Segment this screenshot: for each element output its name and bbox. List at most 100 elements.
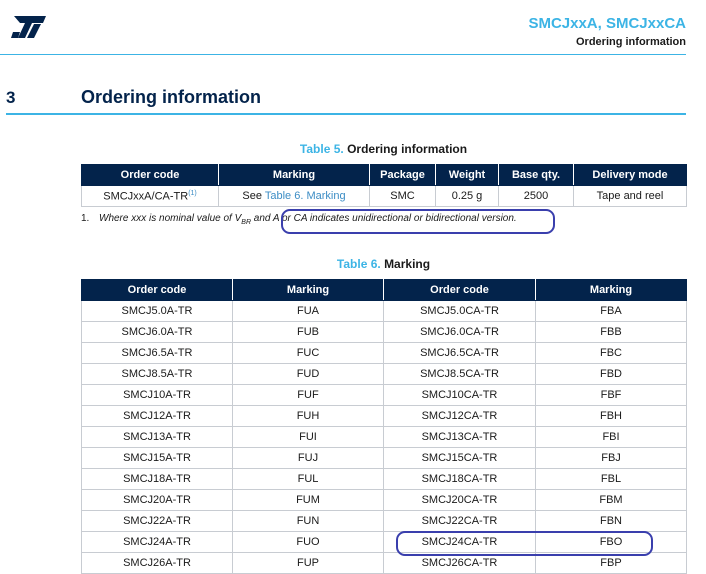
table6-link[interactable]: Table 6. Marking [265, 190, 346, 202]
order-code-cell: SMCJ8.5A-TR [81, 363, 233, 385]
table-row: SMCJ12A-TR FUH SMCJ12CA-TR FBH [81, 405, 687, 427]
order-code-cell: SMCJ6.5A-TR [81, 342, 233, 364]
marking-cell: FBM [535, 489, 687, 511]
order-code-cell: SMCJ12CA-TR [383, 405, 536, 427]
order-code-cell: SMCJ22CA-TR [383, 510, 536, 532]
order-code-cell: SMCJ5.0CA-TR [383, 300, 536, 322]
table-row: SMCJxxA/CA-TR(1) See Table 6. Marking SM… [81, 185, 687, 207]
order-code-cell: SMCJ13A-TR [81, 426, 233, 448]
document-title: SMCJxxA, SMCJxxCA [528, 15, 686, 32]
order-code-cell: SMCJ6.0A-TR [81, 321, 233, 343]
order-code-cell: SMCJ20A-TR [81, 489, 233, 511]
order-code-cell: SMCJ6.5CA-TR [383, 342, 536, 364]
section-number: 3 [6, 88, 16, 107]
ordering-info-table: Order code Marking Package Weight Base q… [81, 164, 687, 207]
package-cell: SMC [369, 185, 436, 207]
footnote-highlight-circle [281, 209, 555, 234]
delivery-mode-cell: Tape and reel [573, 185, 687, 207]
marking-cell: FUH [232, 405, 384, 427]
marking-cell: FBB [535, 321, 687, 343]
order-code-cell: SMCJ8.5CA-TR [383, 363, 536, 385]
marking-cell: FUN [232, 510, 384, 532]
order-code-cell: SMCJ15CA-TR [383, 447, 536, 469]
st-logo-icon [11, 16, 46, 38]
marking-cell: FBC [535, 342, 687, 364]
order-code-cell: SMCJ5.0A-TR [81, 300, 233, 322]
order-code: SMCJxxA/CA-TR [103, 190, 189, 203]
marking-cell: FBN [535, 510, 687, 532]
column-header: Order code [81, 279, 233, 301]
column-header: Delivery mode [573, 164, 687, 186]
header-divider [0, 54, 686, 55]
marking-cell: FUA [232, 300, 384, 322]
marking-cell: FUF [232, 384, 384, 406]
table-row: SMCJ13A-TR FUI SMCJ13CA-TR FBI [81, 426, 687, 448]
marking-cell: FBI [535, 426, 687, 448]
marking-cell: FUB [232, 321, 384, 343]
footnote-number: 1. [81, 213, 90, 224]
footnote-ref-link[interactable]: (1) [188, 190, 197, 197]
table-row: SMCJ10A-TR FUF SMCJ10CA-TR FBF [81, 384, 687, 406]
marking-cell: FUI [232, 426, 384, 448]
column-header: Marking [535, 279, 687, 301]
order-code-cell: SMCJ12A-TR [81, 405, 233, 427]
marking-cell: FUD [232, 363, 384, 385]
order-code-cell: SMCJ22A-TR [81, 510, 233, 532]
table-row: SMCJ6.0A-TR FUB SMCJ6.0CA-TR FBB [81, 321, 687, 343]
table-row: SMCJ8.5A-TR FUD SMCJ8.5CA-TR FBD [81, 363, 687, 385]
column-header: Marking [232, 279, 384, 301]
marking-cell: FBJ [535, 447, 687, 469]
table-row: SMCJ6.5A-TR FUC SMCJ6.5CA-TR FBC [81, 342, 687, 364]
table-row: SMCJ20A-TR FUM SMCJ20CA-TR FBM [81, 489, 687, 511]
marking-cell: FBF [535, 384, 687, 406]
table-row: SMCJ22A-TR FUN SMCJ22CA-TR FBN [81, 510, 687, 532]
marking-cell: FUO [232, 531, 384, 553]
table6-header-row: Order code Marking Order code Marking [81, 279, 687, 301]
table6-caption: Table 6. Marking [81, 257, 686, 271]
table5-header-row: Order code Marking Package Weight Base q… [81, 164, 687, 186]
marking-prefix: See [242, 190, 265, 202]
column-header: Marking [218, 164, 370, 186]
order-code-cell: SMCJ15A-TR [81, 447, 233, 469]
order-code-cell: SMCJ13CA-TR [383, 426, 536, 448]
order-code-cell: SMCJ18A-TR [81, 468, 233, 490]
marking-cell: FBA [535, 300, 687, 322]
marking-cell: FUJ [232, 447, 384, 469]
marking-cell: FBH [535, 405, 687, 427]
table-row: SMCJ5.0A-TR FUA SMCJ5.0CA-TR FBA [81, 300, 687, 322]
marking-cell: FBD [535, 363, 687, 385]
table5-caption: Table 5. Ordering information [81, 142, 686, 156]
table5-title: Ordering information [347, 142, 468, 156]
marking-cell: FUP [232, 552, 384, 574]
column-header: Order code [81, 164, 219, 186]
column-header: Order code [383, 279, 536, 301]
document-subtitle: Ordering information [576, 36, 686, 48]
row-highlight-circle [396, 531, 653, 556]
table6-title: Marking [384, 257, 431, 271]
column-header: Base qty. [498, 164, 574, 186]
weight-cell: 0.25 g [435, 185, 499, 207]
marking-table: Order code Marking Order code Marking SM… [81, 279, 687, 574]
marking-cell: FUC [232, 342, 384, 364]
base-qty-cell: 2500 [498, 185, 574, 207]
marking-cell: See Table 6. Marking [218, 185, 370, 207]
order-code-cell: SMCJ6.0CA-TR [383, 321, 536, 343]
section-title: Ordering information [81, 87, 261, 107]
order-code-cell: SMCJ24A-TR [81, 531, 233, 553]
order-code-cell: SMCJ26A-TR [81, 552, 233, 574]
table-row: SMCJ15A-TR FUJ SMCJ15CA-TR FBJ [81, 447, 687, 469]
footnote-subscript: BR [241, 219, 252, 226]
section-divider [6, 113, 686, 115]
table-row: SMCJ18A-TR FUL SMCJ18CA-TR FBL [81, 468, 687, 490]
table5-label: Table 5. [299, 142, 344, 156]
column-header: Weight [435, 164, 499, 186]
marking-cell: FUL [232, 468, 384, 490]
order-code-cell: SMCJ10A-TR [81, 384, 233, 406]
table6-label: Table 6. [336, 257, 381, 271]
marking-cell: FBL [535, 468, 687, 490]
column-header: Package [369, 164, 436, 186]
footnote-text: Where xxx is nominal value of V [99, 213, 242, 224]
marking-cell: FUM [232, 489, 384, 511]
order-code-cell: SMCJ20CA-TR [383, 489, 536, 511]
order-code-cell: SMCJxxA/CA-TR(1) [81, 185, 219, 207]
